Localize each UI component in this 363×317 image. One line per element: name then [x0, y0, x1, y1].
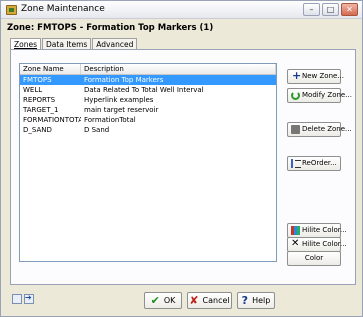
zone-heading: Zone: FMTOPS - Formation Top Markers (1): [7, 23, 214, 33]
bottom-icon-group: [12, 293, 34, 304]
window-controls: – □ ✕: [303, 3, 358, 16]
refresh-icon: [291, 91, 300, 100]
color-button[interactable]: Color: [287, 251, 341, 266]
hilite-color-label: Hilite Color...: [302, 226, 347, 234]
help-label: Help: [252, 296, 271, 305]
maximize-button[interactable]: □: [322, 3, 339, 16]
new-zone-label: New Zone...: [302, 72, 344, 80]
new-zone-button[interactable]: New Zone...: [287, 69, 344, 84]
delete-zone-label: Delete Zone...: [302, 125, 352, 133]
table-row[interactable]: FMTOPS Formation Top Markers: [20, 75, 276, 85]
modify-zone-button[interactable]: Modify Zone...: [287, 88, 352, 103]
table-row[interactable]: WELL Data Related To Total Well Interval: [20, 85, 276, 95]
zone-name-cell: WELL: [23, 86, 43, 94]
reorder-button[interactable]: ReOrder...: [287, 156, 341, 171]
zone-description-cell: Formation Top Markers: [84, 76, 164, 84]
zone-maintenance-window: Zone Maintenance – □ ✕ Zone: FMTOPS - Fo…: [0, 0, 363, 317]
zone-description-cell: D Sand: [84, 126, 110, 134]
reorder-icon: [291, 159, 301, 168]
column-header-description[interactable]: Description: [81, 64, 276, 74]
zone-name-cell: FMTOPS: [23, 76, 52, 84]
ok-button[interactable]: ✔ OK: [144, 292, 182, 309]
delete-zone-button[interactable]: Delete Zone...: [287, 122, 352, 137]
table-row[interactable]: D_SAND D Sand: [20, 125, 276, 135]
close-button[interactable]: ✕: [341, 3, 358, 16]
zone-description-cell: FormationTotal: [84, 116, 136, 124]
table-row[interactable]: TARGET_1 main target reservoir: [20, 105, 276, 115]
zone-name-cell: FORMATIONTOTAL: [23, 116, 81, 124]
plus-icon: [291, 69, 301, 82]
window-title: Zone Maintenance: [21, 4, 105, 14]
cancel-x-icon: ✘: [189, 294, 199, 307]
zone-name-cell: REPORTS: [23, 96, 56, 104]
app-icon: [6, 5, 17, 15]
hilite-color-button[interactable]: Hilite Color...: [287, 223, 347, 238]
reorder-label: ReOrder...: [302, 159, 337, 167]
cancel-label: Cancel: [202, 296, 230, 305]
zone-description-cell: main target reservoir: [84, 106, 159, 114]
ok-label: OK: [163, 296, 176, 305]
zone-description-cell: Data Related To Total Well Interval: [84, 86, 204, 94]
zone-name-cell: D_SAND: [23, 126, 52, 134]
list-header: Zone Name Description: [20, 64, 276, 75]
modify-zone-label: Modify Zone...: [302, 91, 352, 99]
table-row[interactable]: FORMATIONTOTAL FormationTotal: [20, 115, 276, 125]
cancel-button[interactable]: ✘ Cancel: [187, 292, 232, 309]
checkmark-icon: ✔: [150, 294, 160, 307]
trash-icon: [291, 125, 300, 134]
zone-name-cell: TARGET_1: [23, 106, 59, 114]
clear-hilite-color-button[interactable]: Hilite Color...: [287, 237, 347, 252]
close-icon: [291, 237, 300, 250]
zone-description-cell: Hyperlink examples: [84, 96, 154, 104]
table-row[interactable]: REPORTS Hyperlink examples: [20, 95, 276, 105]
arrow-right-icon[interactable]: [24, 293, 34, 304]
page-icon[interactable]: [12, 294, 22, 304]
column-header-zone-name[interactable]: Zone Name: [20, 64, 81, 74]
zones-panel: Zone Name Description FMTOPS Formation T…: [10, 49, 356, 285]
minimize-button[interactable]: –: [303, 3, 320, 16]
clear-hilite-color-label: Hilite Color...: [302, 240, 347, 248]
help-icon: ?: [241, 294, 249, 307]
title-bar[interactable]: Zone Maintenance – □ ✕: [1, 1, 362, 19]
color-palette-icon: [291, 226, 300, 235]
help-button[interactable]: ? Help: [237, 292, 275, 309]
zone-list[interactable]: Zone Name Description FMTOPS Formation T…: [19, 63, 277, 262]
